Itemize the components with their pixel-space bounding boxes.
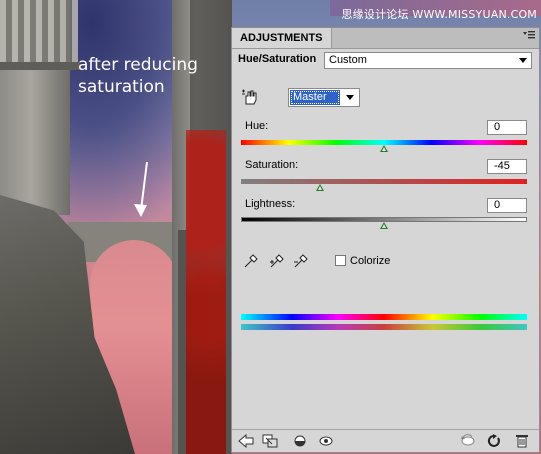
saturation-label: Saturation: [245, 159, 299, 171]
down-arrow-icon [134, 161, 148, 217]
saturation-slider-track[interactable] [241, 179, 527, 184]
channel-value: Master [290, 90, 340, 105]
panel-footer [232, 429, 539, 452]
preset-value: Custom [329, 54, 367, 66]
red-ivy [186, 130, 226, 454]
caption-line-2: saturation [78, 77, 165, 97]
watermark: 思缘设计论坛 WWW.MISSYUAN.COM [341, 8, 537, 21]
saturation-slider-thumb[interactable] [315, 184, 324, 191]
lightness-input[interactable]: 0 [487, 198, 527, 213]
saturation-input[interactable]: -45 [487, 159, 527, 174]
tab-adjustments[interactable]: ADJUSTMENTS [232, 28, 332, 48]
colorize-label: Colorize [350, 255, 391, 267]
chevron-down-icon [346, 95, 354, 100]
lightness-label: Lightness: [245, 198, 296, 210]
left-tower-ledge [0, 62, 80, 70]
channel-dropdown[interactable]: Master [288, 88, 360, 107]
caption-text: after reducing saturation [78, 54, 198, 98]
output-color-bar [241, 324, 527, 330]
preset-dropdown[interactable]: Custom [324, 52, 532, 69]
eye-icon[interactable] [318, 434, 334, 448]
caption-line-1: after reducing [78, 55, 198, 75]
clip-to-layer-icon[interactable] [262, 434, 278, 448]
targeted-adjustment-icon[interactable] [240, 87, 260, 107]
panel-menu-icon[interactable] [523, 30, 535, 43]
panel-header: ADJUSTMENTS [232, 28, 539, 49]
colorize-checkbox[interactable] [335, 255, 346, 266]
input-color-bar [241, 314, 527, 320]
hue-input[interactable]: 0 [487, 120, 527, 135]
adjustments-panel: ADJUSTMENTS Hue/Saturation Custom Master… [231, 27, 540, 453]
lightness-slider-thumb[interactable] [380, 222, 388, 229]
trash-icon[interactable] [514, 434, 530, 448]
eyedropper-plus-icon[interactable] [268, 252, 286, 270]
previous-state-icon[interactable] [460, 434, 476, 448]
hue-slider-thumb[interactable] [380, 145, 388, 152]
reset-icon[interactable] [486, 434, 502, 448]
eyedropper-minus-icon[interactable] [292, 252, 310, 270]
back-arrow-icon[interactable] [238, 434, 254, 448]
visibility-toggle-icon[interactable] [292, 434, 308, 448]
left-tower-colonnade [0, 0, 78, 66]
hue-label: Hue: [245, 120, 269, 132]
chevron-down-icon [519, 58, 527, 63]
adjustment-title: Hue/Saturation [238, 53, 317, 65]
eyedropper-icon[interactable] [242, 252, 260, 270]
